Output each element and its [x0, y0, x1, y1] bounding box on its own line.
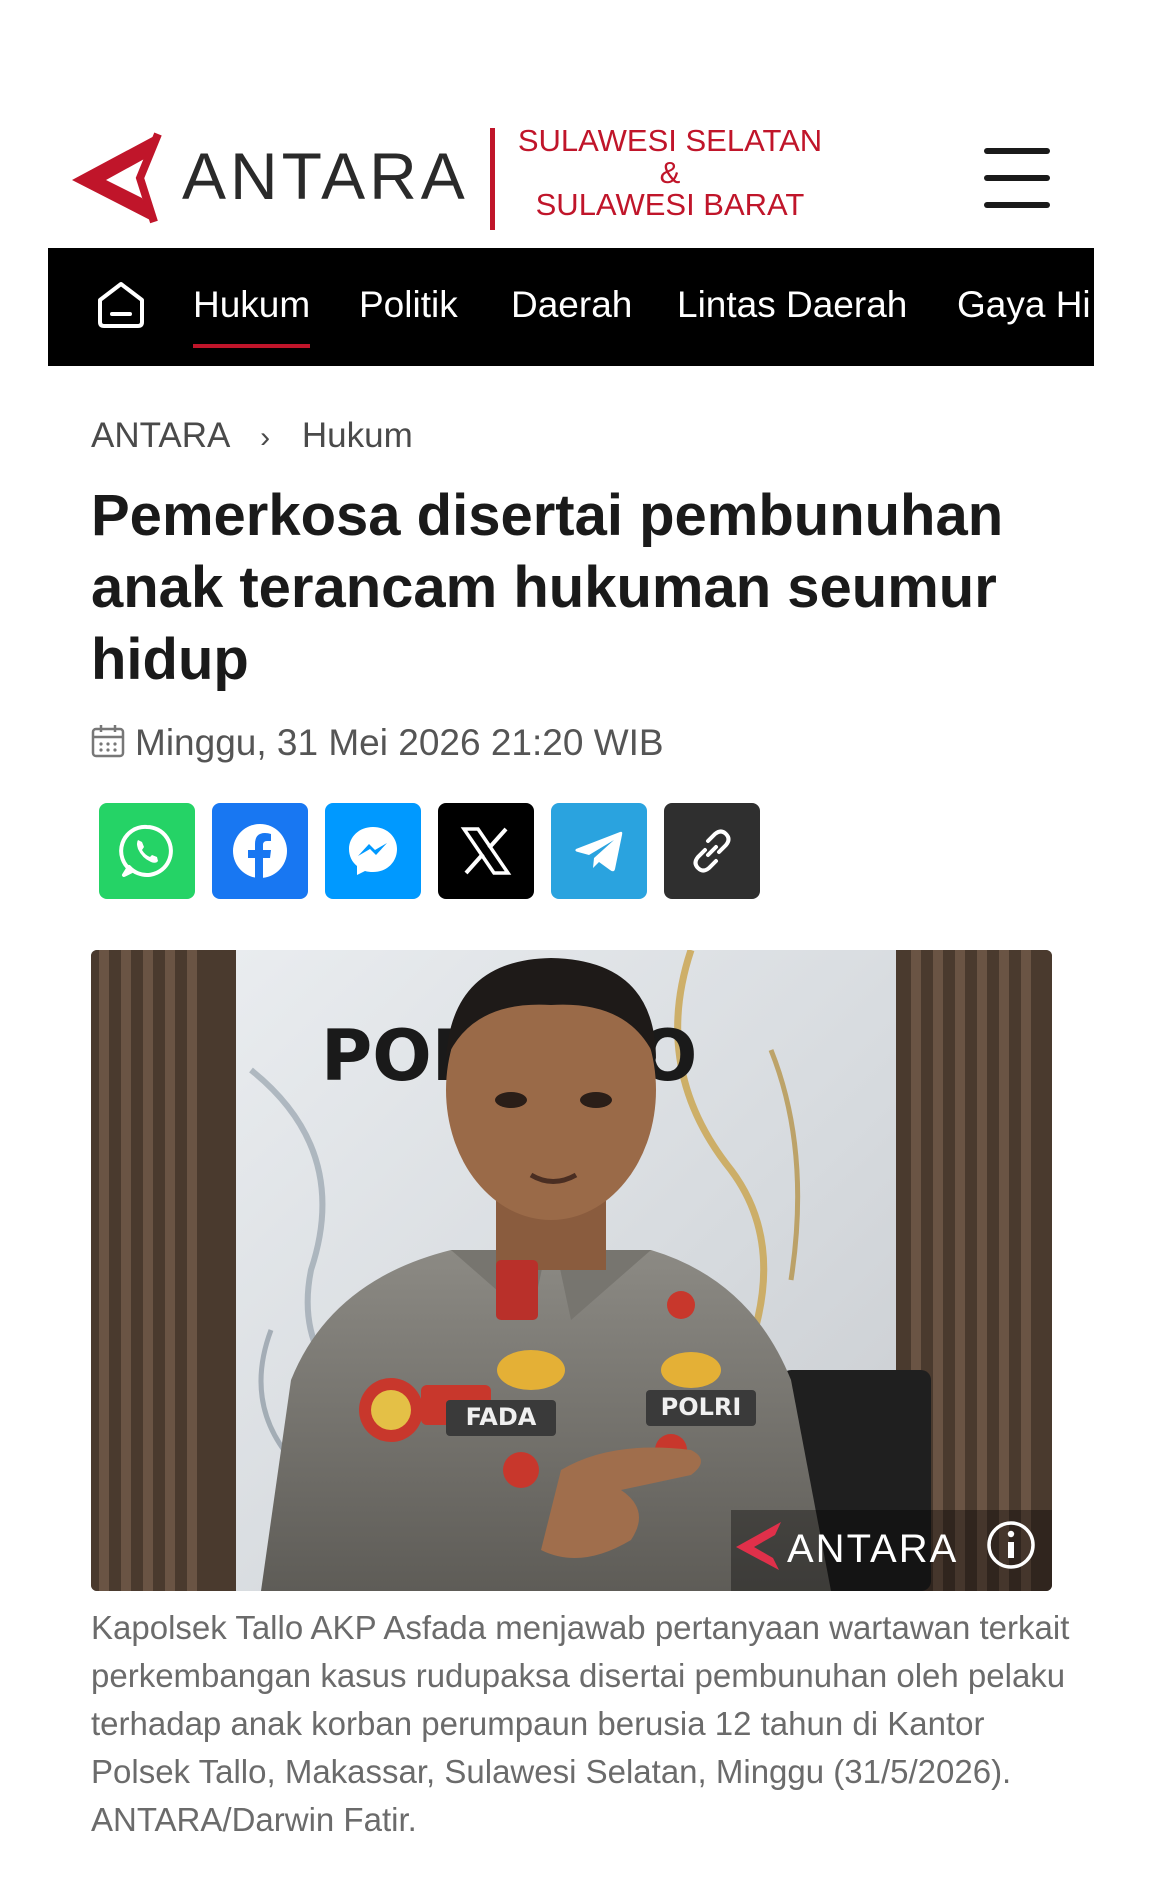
messenger-share-button[interactable]: [325, 803, 421, 899]
telegram-share-button[interactable]: [551, 803, 647, 899]
x-share-button[interactable]: [438, 803, 534, 899]
region-line-1: SULAWESI SELATAN: [517, 123, 823, 158]
breadcrumb-root[interactable]: ANTARA: [91, 416, 228, 455]
antara-logo[interactable]: ANTARA SULAWESI SELATAN & SULAWESI BARAT: [70, 120, 822, 240]
nav-item-hukum[interactable]: Hukum: [193, 284, 311, 348]
logo-region: SULAWESI SELATAN & SULAWESI BARAT: [510, 125, 830, 221]
copy-link-share-button[interactable]: [664, 803, 760, 899]
article-photo[interactable]: POLS LLO FADA POLRI: [91, 950, 1052, 1591]
site-header: ANTARA SULAWESI SELATAN & SULAWESI BARAT: [0, 0, 1170, 248]
logo-divider: [490, 128, 495, 230]
breadcrumb-separator: ›: [260, 421, 271, 454]
category-nav: Hukum Politik Daerah Lintas Daerah Gaya …: [48, 248, 1094, 366]
messenger-icon: [349, 827, 397, 875]
hamburger-menu-icon[interactable]: [984, 148, 1052, 208]
antara-logo-mark-icon: [72, 132, 162, 224]
copy-link-icon: [693, 829, 731, 873]
nav-item-politik[interactable]: Politik: [359, 284, 458, 326]
article-date: Minggu, 31 Mei 2026 21:20 WIB: [91, 722, 664, 764]
nav-item-daerah[interactable]: Daerah: [511, 284, 632, 326]
calendar-icon: [91, 725, 125, 758]
x-icon: [460, 827, 512, 875]
date-text: Minggu, 31 Mei 2026 21:20 WIB: [135, 722, 664, 763]
region-ampersand: &: [659, 155, 681, 190]
facebook-icon: [233, 824, 287, 880]
nav-item-gaya-hidup[interactable]: Gaya Hi: [957, 284, 1091, 326]
photo-caption: Kapolsek Tallo AKP Asfada menjawab perta…: [91, 1609, 1070, 1838]
article-title: Pemerkosa disertai pembunuhan anak teran…: [91, 483, 1004, 692]
logo-wordmark: ANTARA: [182, 139, 469, 213]
photo-watermark: ANTARA: [787, 1527, 958, 1571]
article-photo-illustration: POLS LLO FADA POLRI: [91, 950, 1052, 1591]
telegram-icon: [575, 831, 623, 872]
whatsapp-share-button[interactable]: [99, 803, 195, 899]
article-page: ANTARA SULAWESI SELATAN & SULAWESI BARAT…: [0, 0, 1170, 1904]
region-line-2: SULAWESI BARAT: [535, 187, 805, 222]
nav-item-lintas-daerah[interactable]: Lintas Daerah: [677, 284, 907, 326]
facebook-share-button[interactable]: [212, 803, 308, 899]
breadcrumb: ANTARA › Hukum: [91, 416, 413, 456]
whatsapp-icon: [119, 824, 173, 877]
photo-badge-name: FADA: [466, 1403, 537, 1431]
photo-badge-polri: POLRI: [661, 1393, 742, 1421]
home-icon[interactable]: [94, 280, 148, 330]
breadcrumb-current[interactable]: Hukum: [302, 416, 413, 455]
